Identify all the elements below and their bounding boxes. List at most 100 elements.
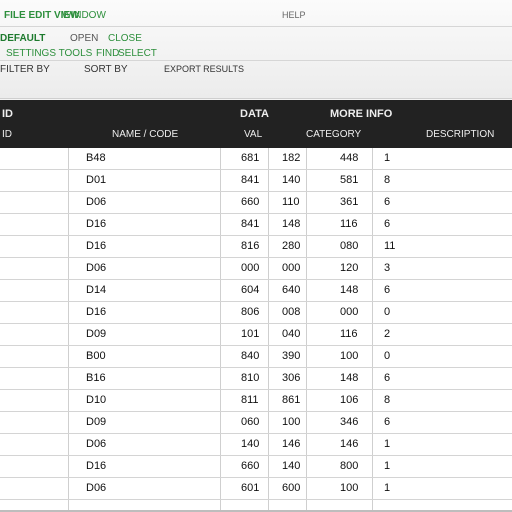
table-row[interactable]: D06 601 600 100 1 xyxy=(0,478,512,500)
cell-code: 306 xyxy=(282,372,301,384)
divider xyxy=(0,26,512,27)
cell-category: 116 xyxy=(340,218,358,230)
cell-val: 101 xyxy=(241,328,260,340)
filter-by-dropdown[interactable]: FILTER BY xyxy=(0,64,50,75)
find-button[interactable]: FIND xyxy=(96,48,119,59)
cell-category: 000 xyxy=(340,306,359,318)
open-button[interactable]: OPEN xyxy=(70,33,98,44)
cell-code: 000 xyxy=(282,262,301,274)
cell-description: 1 xyxy=(384,152,391,164)
table-row[interactable]: D10 811 861 106 8 xyxy=(0,390,512,412)
cell-category: 800 xyxy=(340,460,359,472)
cell-category: 361 xyxy=(340,196,359,208)
cell-val: 660 xyxy=(241,196,260,208)
cell-description: 1 xyxy=(384,482,391,494)
cell-category: 106 xyxy=(340,394,359,406)
table-row[interactable]: D06 140 146 146 1 xyxy=(0,434,512,456)
export-results-button[interactable]: EXPORT RESULTS xyxy=(164,64,244,74)
menu-help[interactable]: HELP xyxy=(282,10,306,20)
menu-window[interactable]: WINDOW xyxy=(62,10,106,21)
table-row[interactable]: B48 681 182 448 1 xyxy=(0,148,512,170)
header-group-more-info[interactable]: MORE INFO xyxy=(330,108,392,120)
cell-val: 604 xyxy=(241,284,260,296)
table-row[interactable]: D16 660 140 800 1 xyxy=(0,456,512,478)
divider xyxy=(0,60,512,61)
cell-code: 040 xyxy=(282,328,301,340)
column-header-val[interactable]: VAL xyxy=(244,129,262,140)
cell-val: 816 xyxy=(241,240,260,252)
cell-category: 120 xyxy=(340,262,359,274)
cell-val: 060 xyxy=(241,416,260,428)
cell-val: 601 xyxy=(241,482,260,494)
table-row[interactable]: D01 841 140 581 8 xyxy=(0,170,512,192)
cell-code: 140 xyxy=(282,460,301,472)
column-header-description[interactable]: DESCRIPTION xyxy=(426,129,494,140)
cell-code: 110 xyxy=(282,196,300,208)
cell-name: D14 xyxy=(86,284,107,296)
cell-category: 346 xyxy=(340,416,359,428)
table-row[interactable]: D14 604 640 148 6 xyxy=(0,280,512,302)
table-row[interactable]: D09 101 040 116 2 xyxy=(0,324,512,346)
sort-by-dropdown[interactable]: SORT BY xyxy=(84,64,128,75)
table-row[interactable]: D16 816 280 080 11 xyxy=(0,236,512,258)
cell-category: 116 xyxy=(340,328,358,340)
cell-name: D06 xyxy=(86,438,107,450)
header-group-id[interactable]: ID xyxy=(2,108,13,120)
cell-code: 640 xyxy=(282,284,301,296)
cell-name: D09 xyxy=(86,328,107,340)
cell-name: D06 xyxy=(86,196,107,208)
table-row[interactable]: B00 840 390 100 0 xyxy=(0,346,512,368)
default-button[interactable]: DEFAULT xyxy=(0,33,45,44)
cell-code: 140 xyxy=(282,174,301,186)
cell-category: 148 xyxy=(340,284,359,296)
table-row[interactable]: D16 841 148 116 6 xyxy=(0,214,512,236)
table-header: ID DATA MORE INFO ID NAME / CODE VAL CAT… xyxy=(0,100,512,148)
table-row[interactable]: B16 810 306 148 6 xyxy=(0,368,512,390)
data-table: ID DATA MORE INFO ID NAME / CODE VAL CAT… xyxy=(0,100,512,512)
cell-val: 811 xyxy=(241,394,259,406)
toolbar: FILE EDIT VIEW WINDOW HELP DEFAULT OPEN … xyxy=(0,0,512,99)
settings-tools-button[interactable]: SETTINGS TOOLS xyxy=(6,48,92,59)
cell-name: D06 xyxy=(86,262,107,274)
column-header-id[interactable]: ID xyxy=(2,129,12,140)
cell-description: 0 xyxy=(384,350,391,362)
cell-description: 6 xyxy=(384,372,391,384)
table-row[interactable]: D06 660 110 361 6 xyxy=(0,192,512,214)
cell-name: D09 xyxy=(86,416,107,428)
cell-code: 146 xyxy=(282,438,301,450)
table-row[interactable]: D06 000 000 120 3 xyxy=(0,258,512,280)
column-header-name[interactable]: NAME / CODE xyxy=(112,129,178,140)
cell-val: 660 xyxy=(241,460,260,472)
cell-code: 861 xyxy=(282,394,301,406)
cell-description: 8 xyxy=(384,394,391,406)
cell-name: D16 xyxy=(86,218,107,230)
cell-val: 681 xyxy=(241,152,260,164)
cell-category: 148 xyxy=(340,372,359,384)
cell-category: 080 xyxy=(340,240,359,252)
close-button[interactable]: CLOSE xyxy=(108,33,142,44)
cell-val: 841 xyxy=(241,174,260,186)
cell-description: 1 xyxy=(384,460,391,472)
cell-name: B00 xyxy=(86,350,106,362)
cell-category: 581 xyxy=(340,174,359,186)
cell-description: 8 xyxy=(384,174,391,186)
cell-description: 3 xyxy=(384,262,391,274)
cell-name: D10 xyxy=(86,394,107,406)
cell-val: 140 xyxy=(241,438,260,450)
cell-code: 390 xyxy=(282,350,301,362)
header-group-data[interactable]: DATA xyxy=(240,108,269,120)
cell-category: 146 xyxy=(340,438,359,450)
cell-description: 2 xyxy=(384,328,391,340)
cell-name: D01 xyxy=(86,174,107,186)
cell-name: B16 xyxy=(86,372,106,384)
cell-name: D16 xyxy=(86,460,107,472)
table-row[interactable]: D09 060 100 346 6 xyxy=(0,412,512,434)
cell-description: 11 xyxy=(384,240,396,252)
cell-code: 182 xyxy=(282,152,301,164)
cell-code: 280 xyxy=(282,240,301,252)
cell-description: 1 xyxy=(384,438,391,450)
select-button[interactable]: SELECT xyxy=(118,48,157,59)
column-header-category[interactable]: CATEGORY xyxy=(306,129,361,140)
cell-code: 100 xyxy=(282,416,301,428)
table-row[interactable]: D16 806 008 000 0 xyxy=(0,302,512,324)
